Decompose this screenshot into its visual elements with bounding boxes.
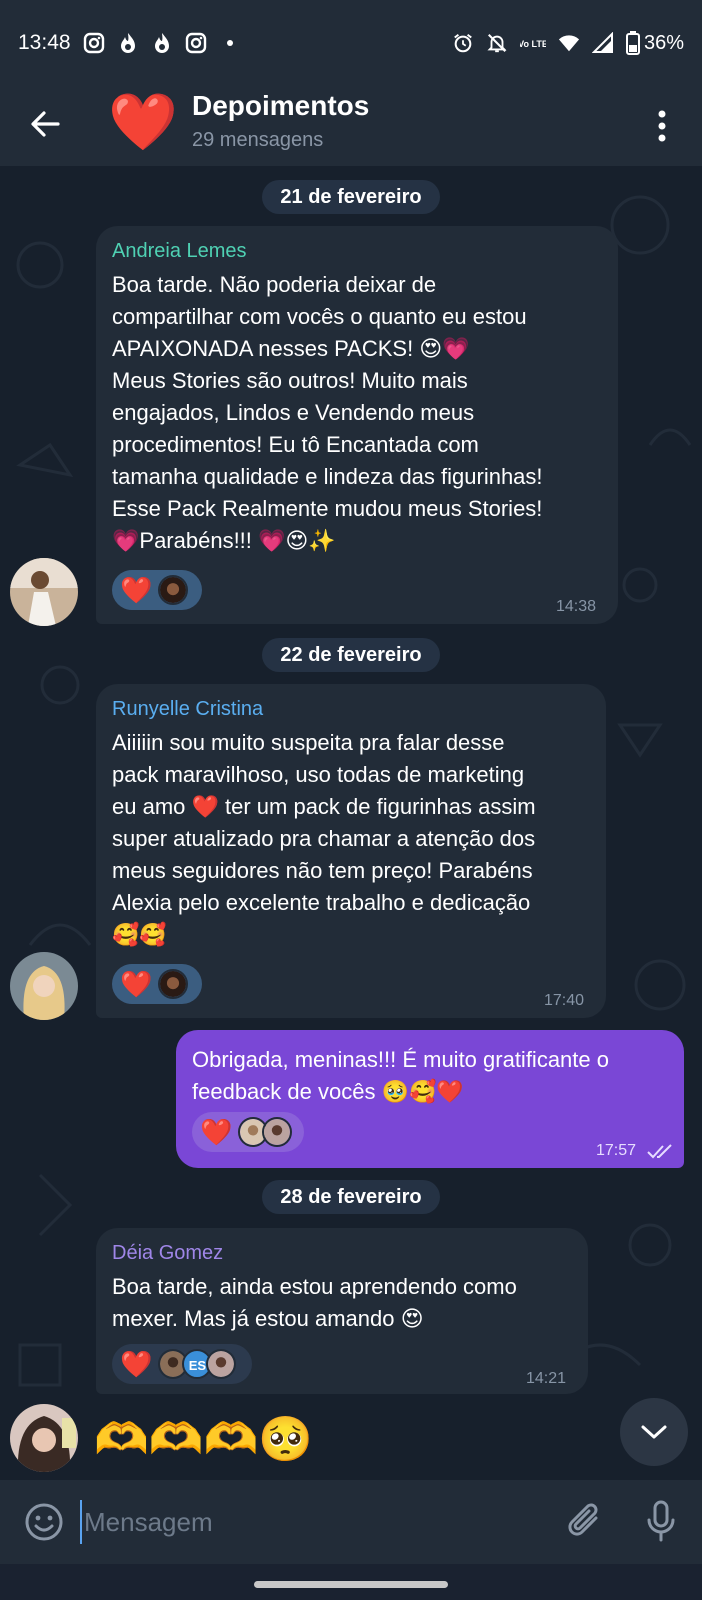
reactor-avatar xyxy=(206,1349,237,1379)
back-button[interactable] xyxy=(26,104,66,144)
avatar[interactable] xyxy=(10,952,78,1020)
reaction-chip[interactable]: ❤️ xyxy=(192,1112,304,1152)
alarm-icon xyxy=(452,32,474,54)
message-time: 14:21 xyxy=(526,1370,567,1387)
kebab-menu-icon xyxy=(658,110,666,142)
emoji-message[interactable]: 🫶🫶🫶🥺 xyxy=(94,1412,313,1468)
reaction-emoji: ❤️ xyxy=(120,575,153,605)
reaction-emoji: ❤️ xyxy=(120,969,153,999)
reactor-avatar xyxy=(158,969,189,999)
message-time: 14:38 xyxy=(556,598,597,615)
message-input[interactable] xyxy=(80,1500,540,1544)
status-time: 13:48 xyxy=(18,31,71,54)
message-text: Boa tarde, ainda estou aprendendo como m… xyxy=(112,1274,517,1331)
smiley-icon xyxy=(25,1503,63,1541)
battery-percent: 36% xyxy=(643,31,684,54)
flame-icon xyxy=(151,32,173,54)
lte-label: Vo LTE xyxy=(520,39,546,49)
home-gesture-handle[interactable] xyxy=(254,1581,448,1588)
read-receipt-icon xyxy=(647,1144,672,1159)
reactor-avatar xyxy=(262,1117,293,1147)
reaction-emoji: ❤️ xyxy=(200,1117,233,1147)
dot-icon xyxy=(219,32,241,54)
wifi-icon xyxy=(558,32,580,54)
lte-icon: Vo LTE xyxy=(520,32,546,54)
reaction-chip[interactable]: ❤️ ES xyxy=(112,1344,252,1384)
sender-name[interactable]: Runyelle Cristina xyxy=(112,698,590,721)
voice-message-button[interactable] xyxy=(646,1498,676,1546)
bell-off-icon xyxy=(486,32,508,54)
sender-name[interactable]: Andreia Lemes xyxy=(112,240,602,263)
message-time: 17:57 xyxy=(596,1142,637,1159)
date-separator: 22 de fevereiro xyxy=(262,638,440,672)
chat-subtitle: 29 mensagens xyxy=(192,129,324,151)
reactor-avatar xyxy=(158,575,189,605)
avatar[interactable] xyxy=(10,558,78,626)
avatar[interactable] xyxy=(10,1404,78,1472)
date-separator: 21 de fevereiro xyxy=(262,180,440,214)
message-time: 17:40 xyxy=(544,992,585,1009)
message-text: Aiiiiin sou muito suspeita pra falar des… xyxy=(112,730,536,947)
instagram-icon xyxy=(83,32,105,54)
battery-icon xyxy=(625,31,640,55)
sender-name[interactable]: Déia Gomez xyxy=(112,1242,572,1265)
message-text: Obrigada, meninas!!! É muito gratificant… xyxy=(192,1047,609,1104)
reaction-chip[interactable]: ❤️ xyxy=(112,964,202,1004)
paperclip-icon xyxy=(568,1503,598,1536)
reaction-emoji: ❤️ xyxy=(120,1349,153,1379)
date-separator: 28 de fevereiro xyxy=(262,1180,440,1214)
flame-icon xyxy=(117,32,139,54)
back-arrow-icon xyxy=(31,111,60,137)
message-text: Boa tarde. Não poderia deixar de compart… xyxy=(112,272,543,553)
emoji-button[interactable] xyxy=(24,1502,64,1542)
chat-title[interactable]: Depoimentos xyxy=(192,90,369,122)
chat-avatar[interactable]: ❤️ xyxy=(108,92,178,152)
message-bubble[interactable]: Andreia Lemes Boa tarde. Não poderia dei… xyxy=(96,226,618,624)
signal-icon xyxy=(591,32,614,54)
more-options-button[interactable] xyxy=(650,106,674,146)
scroll-to-bottom-button[interactable] xyxy=(620,1398,688,1466)
chevron-down-icon xyxy=(641,1425,667,1439)
status-bar: 13:48 Vo LTE 36% xyxy=(0,0,702,86)
message-composer xyxy=(0,1480,702,1564)
reaction-chip[interactable]: ❤️ xyxy=(112,570,202,610)
chat-header: ❤️ Depoimentos 29 mensagens xyxy=(0,86,702,166)
microphone-icon xyxy=(647,1500,675,1542)
instagram-icon xyxy=(185,32,207,54)
attach-button[interactable] xyxy=(566,1500,606,1544)
